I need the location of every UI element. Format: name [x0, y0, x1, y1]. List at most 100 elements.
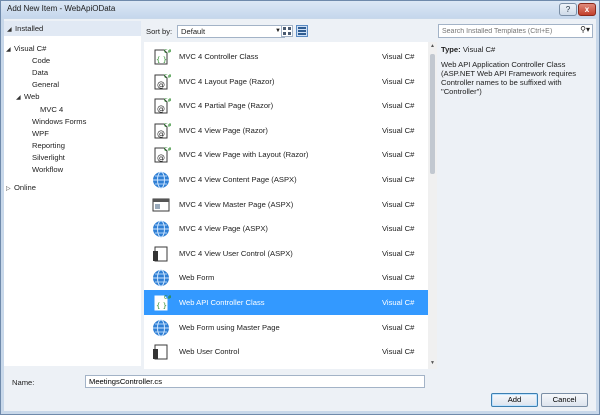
svg-text:{ }: { }	[156, 56, 167, 64]
template-item[interactable]: Master PageVisual C#	[144, 364, 428, 369]
tree-item[interactable]: ◢ Web	[16, 91, 39, 102]
scrollbar-thumb[interactable]	[430, 54, 435, 174]
tree-item[interactable]: Data	[32, 67, 48, 78]
help-button[interactable]: ?	[559, 3, 577, 16]
scroll-down-icon[interactable]: ▼	[428, 360, 437, 366]
svg-text:C#: C#	[164, 123, 171, 129]
collapse-arrow-icon[interactable]: ◢	[6, 45, 14, 56]
title-bar[interactable]: Add New Item - WebApiOData ? x	[1, 1, 599, 18]
svg-text:@: @	[157, 80, 165, 89]
tree-item[interactable]: ◢ Visual C#	[6, 43, 46, 54]
template-item[interactable]: Web Form Visual C#	[144, 265, 428, 290]
template-language: Visual C#	[382, 150, 415, 160]
template-language: Visual C#	[382, 322, 415, 332]
user-control-icon	[151, 342, 171, 362]
razor-page-icon: @ C#	[151, 121, 172, 141]
template-item[interactable]: MVC 4 View User Control (ASPX) Visual C#	[144, 241, 428, 266]
svg-text:@: @	[157, 129, 165, 138]
template-name: MVC 4 View User Control (ASPX)	[179, 248, 293, 258]
small-icons-view-button[interactable]	[281, 25, 293, 37]
template-name: MVC 4 Partial Page (Razor)	[179, 101, 274, 111]
close-button[interactable]: x	[578, 3, 596, 16]
tree-item[interactable]: Code	[32, 55, 50, 66]
tree-item-label: Windows Forms	[32, 117, 87, 126]
installed-label: Installed	[15, 24, 44, 33]
template-item[interactable]: @ C# MVC 4 View Page with Layout (Razor) Vi…	[144, 142, 428, 167]
globe-icon	[151, 170, 171, 190]
template-name: MVC 4 View Page (ASPX)	[179, 224, 268, 234]
add-button[interactable]: Add	[491, 393, 538, 407]
tree-item[interactable]: Workflow	[32, 164, 63, 175]
template-name: MVC 4 View Master Page (ASPX)	[179, 199, 294, 209]
globe-icon	[151, 268, 171, 288]
globe-icon	[151, 318, 171, 338]
template-language: Visual C#	[382, 76, 415, 86]
master-page-icon	[151, 367, 171, 369]
master-page-icon	[151, 195, 171, 215]
collapse-arrow-icon[interactable]: ◢	[16, 93, 24, 104]
type-label: Type:	[441, 45, 461, 54]
template-item[interactable]: { } C# MVC 4 Controller Class Visual C#	[144, 44, 428, 69]
sort-dropdown[interactable]: Default ▼	[177, 25, 285, 38]
svg-text:@: @	[157, 153, 165, 162]
tree-item-label: Data	[32, 68, 49, 77]
search-icon[interactable]: ⚲▾	[580, 25, 590, 34]
globe-icon	[151, 219, 171, 239]
tree-item[interactable]: Silverlight	[32, 152, 65, 163]
cancel-button[interactable]: Cancel	[541, 393, 588, 407]
search-box: ⚲▾	[438, 24, 593, 38]
installed-header[interactable]: ◢ Installed	[4, 21, 141, 36]
tree-item[interactable]: General	[32, 79, 59, 90]
tree-item-label: Silverlight	[32, 153, 65, 162]
tree-item[interactable]: ▷ Online	[6, 182, 36, 193]
list-view-button[interactable]	[296, 25, 308, 37]
tree-item-label: Code	[32, 56, 51, 65]
tree-item[interactable]: MVC 4	[40, 104, 63, 115]
tree-item[interactable]: Reporting	[32, 140, 65, 151]
name-label: Name:	[12, 378, 35, 387]
svg-text:{ }: { }	[156, 302, 167, 310]
template-item[interactable]: MVC 4 View Page (ASPX) Visual C#	[144, 216, 428, 241]
window-title: Add New Item - WebApiOData	[7, 4, 116, 13]
template-language: Visual C#	[382, 101, 415, 111]
template-item[interactable]: MVC 4 View Content Page (ASPX) Visual C#	[144, 167, 428, 192]
add-new-item-dialog: Add New Item - WebApiOData ? x ◢ Installe…	[0, 0, 600, 415]
csharp-file-icon: { } C#	[151, 47, 172, 67]
grid-view-icon	[283, 27, 291, 35]
tree-item-label: Web	[24, 92, 40, 101]
tree-item[interactable]: Windows Forms	[32, 116, 86, 127]
details-pane: Type: Visual C# Web API Application Cont…	[441, 45, 591, 96]
name-input[interactable]	[85, 375, 425, 388]
template-item[interactable]: Web User Control Visual C#	[144, 339, 428, 364]
template-language: Visual C#	[382, 52, 415, 61]
template-language: Visual C#	[382, 298, 415, 307]
tree-item-label: Visual C#	[14, 44, 47, 53]
svg-text:C#: C#	[164, 74, 171, 80]
template-name: Web Form using Master Page	[179, 322, 280, 332]
template-name: MVC 4 View Page (Razor)	[179, 125, 268, 135]
tree-item-label: Reporting	[32, 141, 65, 150]
scroll-up-icon[interactable]: ▲	[428, 43, 437, 49]
template-item[interactable]: @ C# MVC 4 View Page (Razor) Visual C#	[144, 118, 428, 143]
template-item[interactable]: { } C# Web API Controller Class Visual C#	[144, 290, 428, 315]
search-input[interactable]	[439, 25, 569, 37]
svg-text:C#: C#	[164, 147, 171, 153]
csharp-file-icon: { } C#	[151, 293, 172, 313]
svg-text:@: @	[157, 104, 165, 113]
template-item[interactable]: @ C# MVC 4 Partial Page (Razor) Visual C#	[144, 93, 428, 118]
template-item[interactable]: @ C# MVC 4 Layout Page (Razor) Visual C#	[144, 69, 428, 94]
tree-item-label: WPF	[32, 129, 49, 138]
sort-label: Sort by:	[146, 27, 173, 36]
svg-text:C#: C#	[164, 98, 171, 104]
template-name: Web Form	[179, 273, 215, 283]
template-language: Visual C#	[382, 125, 415, 135]
tree-item[interactable]: WPF	[32, 128, 49, 139]
tree-item-label: Workflow	[32, 165, 64, 174]
template-item[interactable]: MVC 4 View Master Page (ASPX) Visual C#	[144, 192, 428, 217]
collapse-arrow-icon: ◢	[7, 27, 12, 33]
template-item[interactable]: Web Form using Master Page Visual C#	[144, 315, 428, 340]
razor-page-icon: @ C#	[151, 72, 172, 92]
expand-arrow-icon[interactable]: ▷	[6, 184, 14, 195]
template-list-scrollbar[interactable]: ▲ ▼	[428, 42, 437, 369]
razor-page-icon: @ C#	[151, 96, 172, 116]
